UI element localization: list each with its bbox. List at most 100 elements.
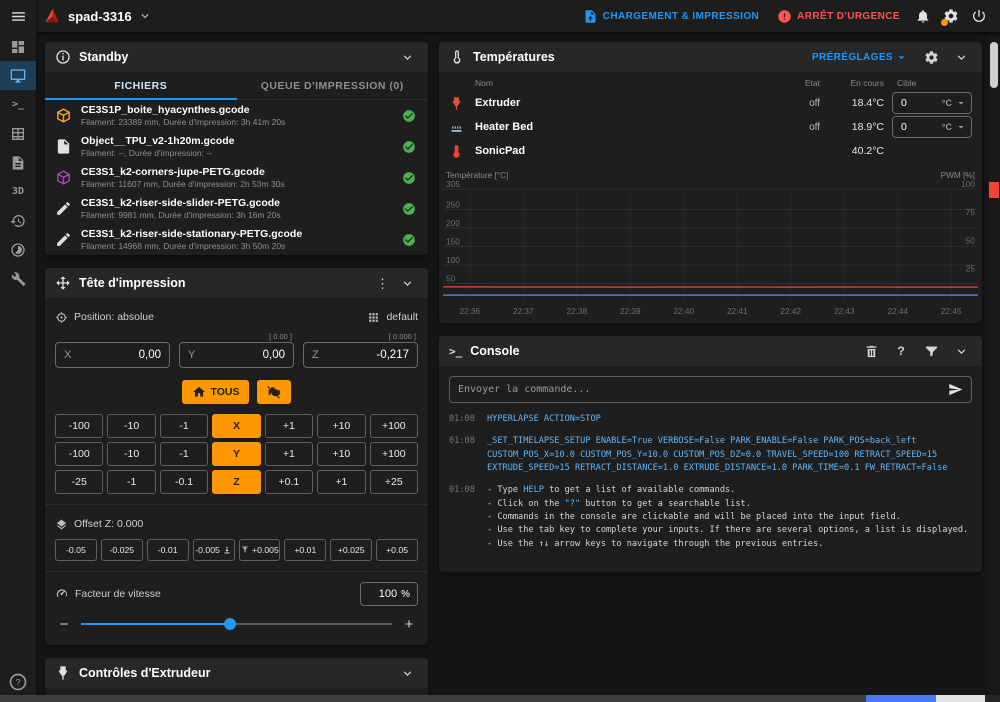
jog-button-x--10[interactable]: -10	[107, 414, 156, 438]
jog-button-z--25[interactable]: -25	[55, 470, 104, 494]
jog-button-z--0.1[interactable]: -0.1	[159, 470, 209, 494]
heater-name[interactable]: Extruder	[475, 97, 776, 109]
heater-target-input[interactable]: 0 °C	[892, 116, 972, 138]
jog-axis-x[interactable]: X	[212, 414, 261, 438]
jog-button-z-+25[interactable]: +25	[369, 470, 418, 494]
axis-input-x[interactable]: X 0,00	[55, 342, 170, 368]
z-offset-button--0.01[interactable]: -0.01	[146, 539, 189, 561]
jog-button-x--100[interactable]: -100	[55, 414, 104, 438]
settings-button[interactable]	[938, 3, 964, 29]
home-all-button[interactable]: TOUS	[181, 380, 250, 404]
toolhead-menu-icon[interactable]: ⋮	[376, 277, 389, 290]
sidebar-item-3d-viewer[interactable]: 3D	[0, 177, 36, 206]
jog-button-z-+0.1[interactable]: +0.1	[264, 470, 314, 494]
jog-button-y-+10[interactable]: +10	[317, 442, 366, 466]
console-help-button[interactable]: ?	[890, 340, 912, 362]
collapse-extruder-button[interactable]	[396, 662, 418, 684]
console-command-input[interactable]	[458, 384, 940, 395]
heater-name[interactable]: Heater Bed	[475, 121, 776, 133]
upload-print-button[interactable]: CHARGEMENT & IMPRESSION	[575, 3, 767, 30]
sidebar-item-machine[interactable]	[0, 264, 36, 293]
z-offset-button--0.05[interactable]: -0.05	[55, 539, 97, 561]
sidebar-item-console[interactable]: >_	[0, 90, 36, 119]
jog-button-y-+100[interactable]: +100	[369, 442, 418, 466]
z-offset-button-+0.025[interactable]: +0.025	[330, 539, 373, 561]
presets-button[interactable]: PRÉRÉGLAGES	[808, 47, 912, 68]
jog-button-x-+100[interactable]: +100	[369, 414, 418, 438]
heater-row: SonicPad 40.2°C	[449, 139, 972, 163]
printer-select[interactable]: spad-3316	[42, 6, 152, 26]
collapse-temperatures-button[interactable]	[950, 46, 972, 68]
z-offset-buttons: -0.05 -0.025 -0.01 -0.005 +0.005 +0.01 +0.025 +…	[45, 534, 428, 561]
file-row[interactable]: CE3S1P_boite_hyacynthes.gcode Filament: 2…	[45, 100, 428, 131]
sidebar-item-history[interactable]	[0, 206, 36, 235]
z-offset-button-+0.005[interactable]: +0.005	[238, 539, 281, 561]
sidebar-item-heightmap[interactable]	[0, 119, 36, 148]
collapse-status-button[interactable]	[396, 46, 418, 68]
nozzle-icon	[449, 96, 464, 111]
console-timestamp: 01:08	[449, 485, 475, 496]
file-row[interactable]: CE3S1_k2-riser-side-slider-PETG.gcode Fil…	[45, 193, 428, 224]
tab-fichiers[interactable]: FICHIERS	[45, 72, 237, 100]
temperature-chart: 22:36 22:37 22:38 22:39 22:40 22:41 22:42 22:43…	[443, 171, 978, 316]
jog-button-y--10[interactable]: -10	[107, 442, 156, 466]
speed-factor-unit: %	[401, 588, 410, 600]
power-button[interactable]	[966, 3, 992, 29]
sidebar-item-dashboard[interactable]	[0, 32, 36, 61]
notifications-button[interactable]	[910, 3, 936, 29]
scrollbar-thumb[interactable]	[990, 42, 998, 88]
help-icon[interactable]: ?	[8, 672, 28, 692]
jog-button-y--1[interactable]: -1	[159, 442, 209, 466]
motors-off-button[interactable]	[257, 380, 292, 404]
chevron-down-icon	[400, 276, 415, 291]
sidebar-item-gcode-files[interactable]	[0, 148, 36, 177]
send-icon[interactable]	[948, 382, 963, 397]
jog-axis-y[interactable]: Y	[212, 442, 261, 466]
caret-down-icon[interactable]	[955, 121, 967, 133]
caret-down-icon[interactable]	[955, 97, 967, 109]
heater-state: off	[809, 121, 820, 133]
svg-text:22:39: 22:39	[620, 307, 641, 316]
jog-button-y--100[interactable]: -100	[55, 442, 104, 466]
speed-decrease-icon[interactable]: −	[57, 617, 71, 632]
file-row[interactable]: CE3S1_k2-corners-jupe-PETG.gcode Filament…	[45, 162, 428, 193]
collapse-console-button[interactable]	[950, 340, 972, 362]
sidebar-item-printer-control[interactable]	[0, 61, 36, 90]
heater-name[interactable]: SonicPad	[475, 145, 776, 157]
column-cible: Cible	[897, 77, 917, 88]
file-row[interactable]: Object__TPU_v2-1h20m.gcode Filament: --, …	[45, 131, 428, 162]
clear-console-button[interactable]	[860, 340, 882, 362]
jog-button-z-+1[interactable]: +1	[317, 470, 366, 494]
position-mode-icon	[55, 311, 68, 324]
sidebar-item-timelapse[interactable]	[0, 235, 36, 264]
axis-input-z[interactable]: Z -0,217	[303, 342, 418, 368]
tab-queue-impression[interactable]: QUEUE D'IMPRESSION (0)	[237, 72, 429, 99]
jog-button-x-+1[interactable]: +1	[264, 414, 314, 438]
temperatures-settings-button[interactable]	[920, 46, 942, 68]
jog-axis-z[interactable]: Z	[212, 470, 261, 494]
speed-factor-input[interactable]: 100 %	[360, 582, 418, 606]
jog-button-z--1[interactable]: -1	[107, 470, 156, 494]
z-offset-button-+0.05[interactable]: +0.05	[376, 539, 418, 561]
axis-input-y[interactable]: Y 0,00	[179, 342, 294, 368]
z-offset-button-+0.01[interactable]: +0.01	[284, 539, 327, 561]
jog-button-x--1[interactable]: -1	[159, 414, 209, 438]
console-filter-button[interactable]	[920, 340, 942, 362]
speed-factor-slider[interactable]	[81, 615, 392, 633]
extruder-title: Contrôles d'Extrudeur	[79, 666, 211, 680]
menu-button[interactable]	[0, 0, 36, 32]
z-offset-button--0.005[interactable]: -0.005	[192, 539, 235, 561]
vertical-scrollbar[interactable]	[988, 32, 1000, 695]
collapse-toolhead-button[interactable]	[396, 272, 418, 294]
jog-button-x-+10[interactable]: +10	[317, 414, 366, 438]
speed-increase-icon[interactable]: +	[402, 617, 416, 632]
emergency-stop-button[interactable]: ARRÊT D'URGENCE	[769, 3, 908, 30]
slider-thumb[interactable]	[224, 618, 237, 630]
jog-button-y-+1[interactable]: +1	[264, 442, 314, 466]
heater-target-input[interactable]: 0 °C	[892, 92, 972, 114]
info-icon	[55, 49, 71, 65]
thermometer-icon	[449, 49, 465, 65]
z-offset-button--0.025[interactable]: -0.025	[100, 539, 143, 561]
power-icon	[971, 8, 987, 24]
file-row[interactable]: CE3S1_k2-riser-side-stationary-PETG.gcod…	[45, 224, 428, 255]
